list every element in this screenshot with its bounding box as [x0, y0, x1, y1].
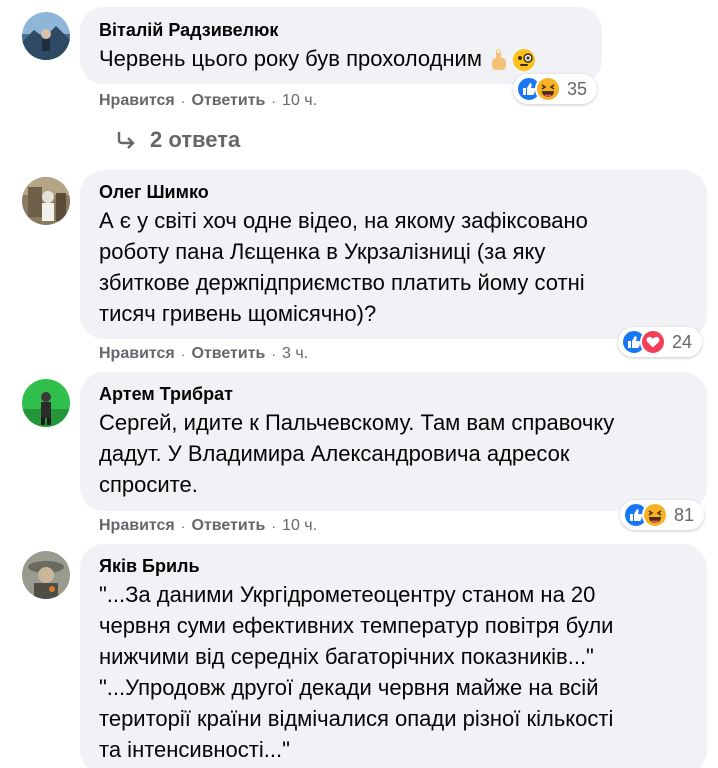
comment-bubble: Олег Шимко А є у світі хоч одне відео, н…	[80, 170, 707, 339]
avatar[interactable]	[22, 177, 70, 225]
comment-bubble: Артем Трибрат Сергей, идите к Пальчевско…	[80, 372, 707, 511]
avatar[interactable]	[22, 379, 70, 427]
comment-actions: Нравится · Ответить · 10 ч.	[99, 516, 317, 536]
comment-author[interactable]: Артем Трибрат	[99, 383, 689, 405]
comment-text: А є у світі хоч одне відео, на якому заф…	[99, 208, 588, 326]
comment-bubble: Віталій Радзивелюк Червень цього року бу…	[80, 7, 602, 84]
comment-actions: Нравится · Ответить · 10 ч.	[99, 91, 317, 111]
comment-text: Сергей, идите к Пальчевскому. Там вам сп…	[99, 410, 615, 497]
comment-author[interactable]: Яків Бриль	[99, 555, 689, 577]
view-replies-button[interactable]: 2 ответа	[116, 127, 240, 153]
reactions-summary[interactable]: 35	[513, 74, 598, 104]
comment-timestamp[interactable]: 3 ч.	[282, 344, 308, 364]
reply-button[interactable]: Ответить	[191, 516, 265, 536]
separator-dot: ·	[271, 346, 277, 362]
comment-timestamp[interactable]: 10 ч.	[282, 91, 317, 111]
face-with-monocle-emoji-icon	[512, 48, 536, 72]
reaction-count: 24	[672, 331, 693, 352]
comments-feed: Віталій Радзивелюк Червень цього року бу…	[0, 0, 718, 768]
like-button[interactable]: Нравится	[99, 91, 175, 111]
reactions-summary[interactable]: 24	[618, 327, 703, 357]
separator-dot: ·	[271, 518, 277, 534]
reaction-count: 35	[567, 78, 588, 99]
comment-text: "...За даними Укргідрометеоцентру станом…	[99, 582, 614, 762]
comment-author[interactable]: Олег Шимко	[99, 181, 689, 203]
haha-reaction-icon	[535, 76, 561, 102]
comment-author[interactable]: Віталій Радзивелюк	[99, 19, 584, 41]
reaction-count: 81	[674, 504, 695, 525]
separator-dot: ·	[180, 346, 186, 362]
separator-dot: ·	[271, 93, 277, 109]
separator-dot: ·	[180, 93, 186, 109]
avatar[interactable]	[22, 551, 70, 599]
avatar[interactable]	[22, 12, 70, 60]
comment-text: Червень цього року був прохолодним	[99, 43, 584, 74]
replies-count-label: 2 ответа	[150, 127, 241, 152]
comment-bubble: Яків Бриль "...За даними Укргідрометеоце…	[80, 544, 707, 768]
reply-button[interactable]: Ответить	[191, 91, 265, 111]
separator-dot: ·	[180, 518, 186, 534]
comment-text-body: Червень цього року був прохолодним	[99, 46, 482, 71]
pointing-up-emoji-icon	[488, 48, 510, 72]
love-reaction-icon	[640, 329, 666, 355]
like-button[interactable]: Нравится	[99, 344, 175, 364]
haha-reaction-icon	[642, 502, 668, 528]
reply-button[interactable]: Ответить	[191, 344, 265, 364]
reply-arrow-icon	[117, 132, 135, 149]
comment-timestamp[interactable]: 10 ч.	[282, 516, 317, 536]
like-button[interactable]: Нравится	[99, 516, 175, 536]
comment-actions: Нравится · Ответить · 3 ч.	[99, 344, 308, 364]
reactions-summary[interactable]: 81	[620, 500, 705, 530]
